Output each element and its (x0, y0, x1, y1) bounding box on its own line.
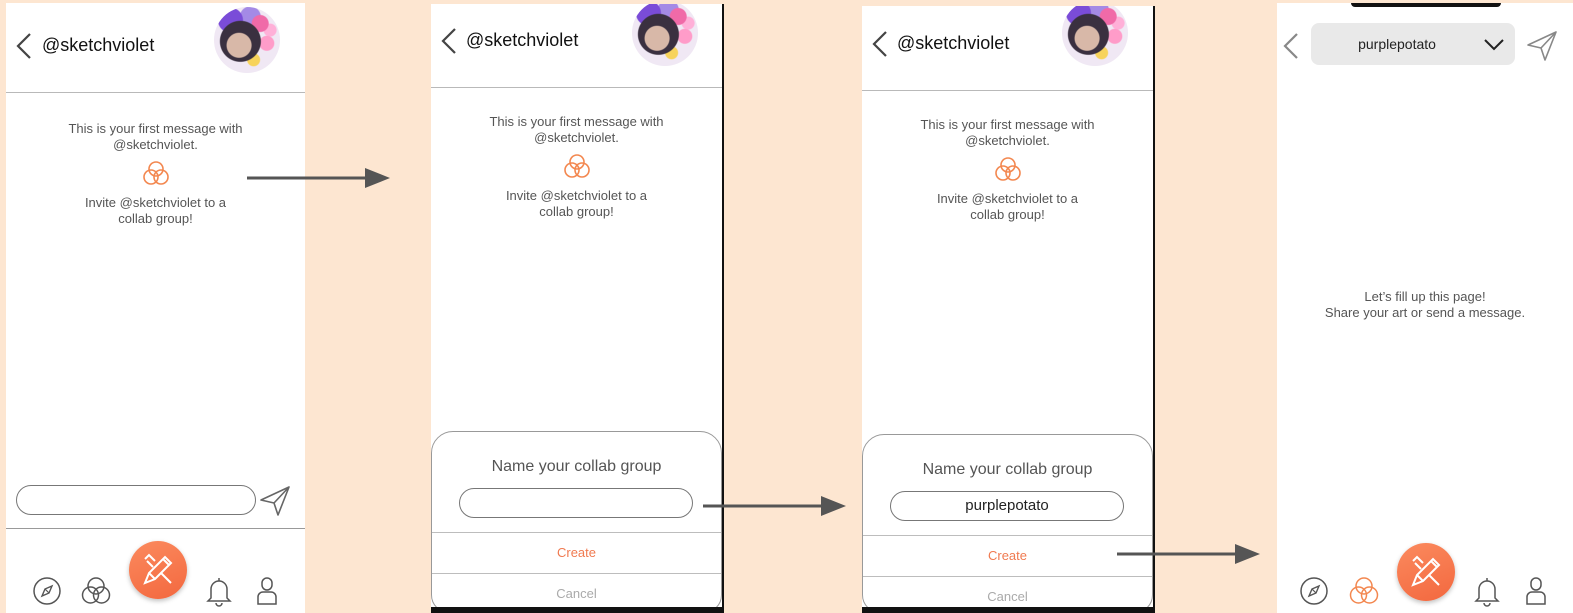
screen-name-group-filled: @sketchviolet This is your first message… (862, 6, 1155, 613)
sheet-title: Name your collab group (491, 458, 662, 475)
compass-icon[interactable] (1298, 575, 1330, 607)
device-notch (1351, 3, 1501, 7)
invite-text-2[interactable]: collab group! (6, 211, 305, 227)
invite-text-1[interactable]: Invite @sketchviolet to a (862, 191, 1153, 207)
name-group-sheet: Name your collab group Create Cancel (431, 431, 722, 613)
create-button[interactable] (1397, 543, 1455, 601)
screen-direct-message: @sketchviolet This is your first message… (6, 3, 305, 613)
avatar[interactable] (214, 7, 280, 73)
chat-header: @sketchviolet (6, 3, 305, 93)
flow-arrow (703, 494, 848, 518)
flow-arrow (1117, 542, 1262, 566)
group-name-label: purplepotato (1358, 36, 1436, 52)
screen-name-group-empty: @sketchviolet This is your first message… (431, 4, 724, 613)
compass-icon[interactable] (31, 575, 63, 607)
invite-text-2[interactable]: collab group! (431, 204, 722, 220)
chat-header: @sketchviolet (431, 4, 722, 88)
profile-icon[interactable] (251, 575, 283, 607)
chat-username[interactable]: @sketchviolet (897, 33, 1009, 54)
send-icon[interactable] (1525, 29, 1559, 63)
flow-arrow (247, 166, 392, 190)
avatar[interactable] (632, 4, 698, 66)
create-button[interactable]: Create (432, 532, 721, 574)
send-icon[interactable] (258, 484, 292, 518)
intro-text-2: @sketchviolet. (534, 130, 619, 145)
intro-text-2: @sketchviolet. (113, 137, 198, 152)
intro-block: This is your first message with @sketchv… (431, 114, 722, 220)
create-button[interactable] (129, 541, 187, 599)
empty-line-1: Let’s fill up this page! (1364, 289, 1486, 304)
collab-icon[interactable] (562, 152, 592, 182)
back-icon[interactable] (870, 29, 892, 59)
tab-bar (6, 528, 305, 612)
empty-line-2: Share your art or send a message. (1324, 305, 1526, 320)
group-name-input[interactable]: purplepotato (890, 491, 1124, 521)
intro-text-1: This is your first message with (68, 121, 243, 136)
name-group-sheet: Name your collab group purplepotato Crea… (862, 434, 1153, 613)
invite-text-1[interactable]: Invite @sketchviolet to a (6, 195, 305, 211)
sheet-title: Name your collab group (922, 461, 1093, 478)
chat-username[interactable]: @sketchviolet (42, 35, 154, 56)
invite-text-2[interactable]: collab group! (862, 207, 1153, 223)
pencil-brush-icon (1411, 555, 1441, 587)
bell-icon[interactable] (203, 575, 235, 607)
chat-header: @sketchviolet (862, 6, 1153, 91)
create-button[interactable]: Create (863, 535, 1152, 577)
message-input[interactable] (16, 485, 256, 515)
invite-text-1[interactable]: Invite @sketchviolet to a (431, 188, 722, 204)
screen-edge (862, 607, 1153, 613)
back-icon[interactable] (1281, 31, 1303, 61)
pencil-brush-icon (143, 553, 173, 585)
intro-block: This is your first message with @sketchv… (862, 117, 1153, 223)
screen-group-chat: purplepotato Let’s fill up this page! Sh… (1277, 3, 1573, 613)
tab-bar (1277, 529, 1573, 613)
group-select-dropdown[interactable]: purplepotato (1311, 23, 1515, 65)
group-name-input[interactable] (459, 488, 693, 518)
chat-username[interactable]: @sketchviolet (466, 30, 578, 51)
chevron-down-icon (1483, 33, 1505, 55)
back-icon[interactable] (439, 26, 461, 56)
bell-icon[interactable] (1471, 575, 1503, 607)
collab-icon[interactable] (993, 155, 1023, 185)
intro-text-2: @sketchviolet. (965, 133, 1050, 148)
back-icon[interactable] (14, 31, 36, 61)
avatar[interactable] (1062, 6, 1128, 66)
collab-tab-icon[interactable] (1348, 575, 1380, 607)
collab-tab-icon[interactable] (80, 575, 112, 607)
empty-state-message: Let’s fill up this page! Share your art … (1277, 289, 1573, 321)
intro-text-1: This is your first message with (489, 114, 664, 129)
intro-text-1: This is your first message with (920, 117, 1095, 132)
profile-icon[interactable] (1520, 575, 1552, 607)
collab-icon[interactable] (141, 159, 171, 189)
screen-edge (431, 607, 722, 613)
